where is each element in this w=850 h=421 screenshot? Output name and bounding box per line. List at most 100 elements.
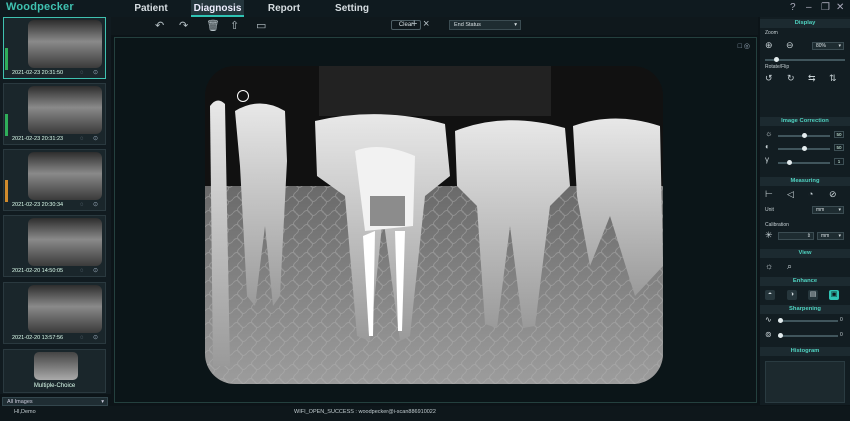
zoom-out-icon[interactable]: ⊖ xyxy=(786,40,794,51)
freehand-icon[interactable]: ⊘ xyxy=(829,189,837,200)
enhance-filter-4-icon[interactable]: ▣ xyxy=(829,290,839,300)
gamma-icon: γ xyxy=(765,155,769,164)
thumbnail-timestamp: 2021-02-23 20:31:23 xyxy=(12,136,64,142)
rotate-thumb-icon[interactable]: ◌ xyxy=(80,202,84,208)
restore-icon[interactable]: ❐ xyxy=(821,2,830,13)
histogram-section-title: Histogram xyxy=(760,347,850,356)
gamma-value[interactable]: 1 xyxy=(834,158,844,165)
sharpen-slider-handle[interactable] xyxy=(778,318,783,323)
zoom-slider-handle[interactable] xyxy=(774,57,779,62)
xray-graphic xyxy=(205,66,663,384)
brightness-slider-handle[interactable] xyxy=(801,133,807,138)
trash-icon[interactable]: 🗑 xyxy=(206,19,220,32)
rotate-thumb-icon[interactable]: ◌ xyxy=(80,70,84,76)
flip-horizontal-icon[interactable]: ⇆ xyxy=(808,73,816,84)
zoom-in-icon[interactable]: ⊕ xyxy=(765,40,773,51)
zoom-label: Zoom xyxy=(765,30,778,36)
contrast-slider[interactable] xyxy=(778,146,830,151)
angle-icon[interactable]: ◁ xyxy=(787,189,794,200)
add-status-button[interactable]: + xyxy=(411,18,417,30)
image-filter-select[interactable]: All Images ▾ xyxy=(2,397,108,406)
calibration-input[interactable]: ⇕ xyxy=(778,232,814,240)
rotate-right-icon[interactable]: ↻ xyxy=(787,73,795,84)
export-icon[interactable]: ⇧ xyxy=(230,19,239,32)
gamma-slider[interactable] xyxy=(778,160,830,165)
view-section-title: View xyxy=(760,249,850,258)
sharpen-slider[interactable] xyxy=(778,318,838,323)
tab-report[interactable]: Report xyxy=(255,0,313,17)
rotate-left-icon[interactable]: ↺ xyxy=(765,73,773,84)
minimize-icon[interactable]: – xyxy=(806,2,812,13)
viewer-controls: □ ◎ xyxy=(738,42,750,50)
multiple-choice-label: Multiple-Choice xyxy=(33,383,76,389)
zoom-value: 80% xyxy=(816,43,827,49)
status-bar: HI,Demo WIFI_OPEN_SUCCESS : woodpecker@i… xyxy=(0,406,850,421)
redo-icon[interactable]: ↷ xyxy=(179,19,188,32)
contrast-value[interactable]: 50 xyxy=(834,144,844,151)
chevron-down-icon: ▾ xyxy=(838,233,841,239)
fullscreen-icon[interactable]: ◎ xyxy=(744,43,750,50)
fit-window-icon[interactable]: □ xyxy=(738,43,742,50)
tools-sidebar: Display Zoom ⊕ ⊖ 80% ▾ Rotate/Flip ↺ ↻ ⇆ … xyxy=(760,17,850,405)
gamma-slider-handle[interactable] xyxy=(787,160,793,165)
enhance-filter-1-icon[interactable]: ◓ xyxy=(765,290,775,300)
thumbnail-item[interactable]: 2021-02-23 20:30:34 ◌ ⊙ xyxy=(3,149,106,211)
thumbnail-panel: 2021-02-23 20:31:50 ◌ ⊙ 2021-02-23 20:31:23… xyxy=(0,17,111,394)
brightness-icon: ☼ xyxy=(765,129,773,138)
chevron-down-icon: ▾ xyxy=(101,399,104,405)
zoom-slider[interactable] xyxy=(765,57,845,62)
tab-setting[interactable]: Setting xyxy=(323,0,381,17)
image-viewer[interactable]: □ ◎ xyxy=(114,37,757,403)
rotate-thumb-icon[interactable]: ◌ xyxy=(80,268,84,274)
status-select[interactable]: End Status ▾ xyxy=(449,20,521,30)
multiple-choice-item[interactable]: Multiple-Choice xyxy=(3,349,106,393)
ruler-icon[interactable]: ⊢ xyxy=(765,189,773,200)
rotate-thumb-icon[interactable]: ◌ xyxy=(80,136,84,142)
brightness-slider[interactable] xyxy=(778,133,830,138)
thumbnail-item[interactable]: 2021-02-23 20:31:23 ◌ ⊙ xyxy=(3,83,106,145)
circle-measure-icon[interactable]: ◔ xyxy=(808,189,813,199)
calibration-label: Calibration xyxy=(765,222,789,228)
dental-xray-image[interactable] xyxy=(205,66,663,384)
remove-status-button[interactable]: × xyxy=(423,18,429,30)
stepper-icon[interactable]: ⇕ xyxy=(807,233,811,240)
thumbnail-timestamp: 2021-02-20 13:57:56 xyxy=(12,335,64,341)
brightness-value[interactable]: 50 xyxy=(834,131,844,138)
thumbnail-timestamp: 2021-02-23 20:30:34 xyxy=(12,202,64,208)
info-thumb-icon[interactable]: ⊙ xyxy=(93,135,98,142)
thumbnail-item[interactable]: 2021-02-20 13:57:56 ◌ ⊙ xyxy=(3,282,106,344)
zoom-select[interactable]: 80% ▾ xyxy=(812,42,844,50)
thumbnail-item[interactable]: 2021-02-20 14:50:05 ◌ ⊙ xyxy=(3,215,106,277)
contrast-slider-handle[interactable] xyxy=(801,146,807,151)
info-thumb-icon[interactable]: ⊙ xyxy=(93,267,98,274)
flip-vertical-icon[interactable]: ⇅ xyxy=(829,73,837,84)
tab-patient[interactable]: Patient xyxy=(111,0,191,17)
denoise-slider[interactable] xyxy=(778,333,838,338)
unit-select[interactable]: mm ▾ xyxy=(812,206,844,214)
info-thumb-icon[interactable]: ⊙ xyxy=(93,201,98,208)
marker-circle-icon[interactable] xyxy=(237,90,249,102)
close-window-icon[interactable]: ✕ xyxy=(836,2,844,13)
rotate-thumb-icon[interactable]: ◌ xyxy=(80,335,84,341)
sharpening-section-title: Sharpening xyxy=(760,305,850,314)
calibration-icon[interactable]: ✳ xyxy=(765,230,773,241)
info-thumb-icon[interactable]: ⊙ xyxy=(93,69,98,76)
comment-icon[interactable]: ▭ xyxy=(256,19,266,32)
enhance-filter-3-icon[interactable]: ▤ xyxy=(808,290,818,300)
thumbnail-item[interactable]: 2021-02-23 20:31:50 ◌ ⊙ xyxy=(3,17,106,79)
denoise-slider-handle[interactable] xyxy=(778,333,783,338)
info-thumb-icon[interactable]: ⊙ xyxy=(93,334,98,341)
xray-thumbnail xyxy=(34,352,78,380)
tab-diagnosis[interactable]: Diagnosis xyxy=(191,0,244,17)
help-icon[interactable]: ? xyxy=(790,2,796,13)
connection-status: WIFI_OPEN_SUCCESS : woodpecker@i-scan886… xyxy=(294,409,436,415)
undo-icon[interactable]: ↶ xyxy=(155,19,164,32)
calibration-unit-select[interactable]: mm ▾ xyxy=(817,232,844,240)
xray-thumbnail xyxy=(28,86,102,134)
xray-thumbnail xyxy=(28,20,102,68)
light-icon[interactable]: ☼ xyxy=(765,261,773,271)
magnifier-icon[interactable]: ⌕ xyxy=(787,261,792,272)
contrast-icon: ◐ xyxy=(765,142,770,151)
status-indicator xyxy=(5,48,8,70)
enhance-filter-2-icon[interactable]: ◑ xyxy=(787,290,797,300)
